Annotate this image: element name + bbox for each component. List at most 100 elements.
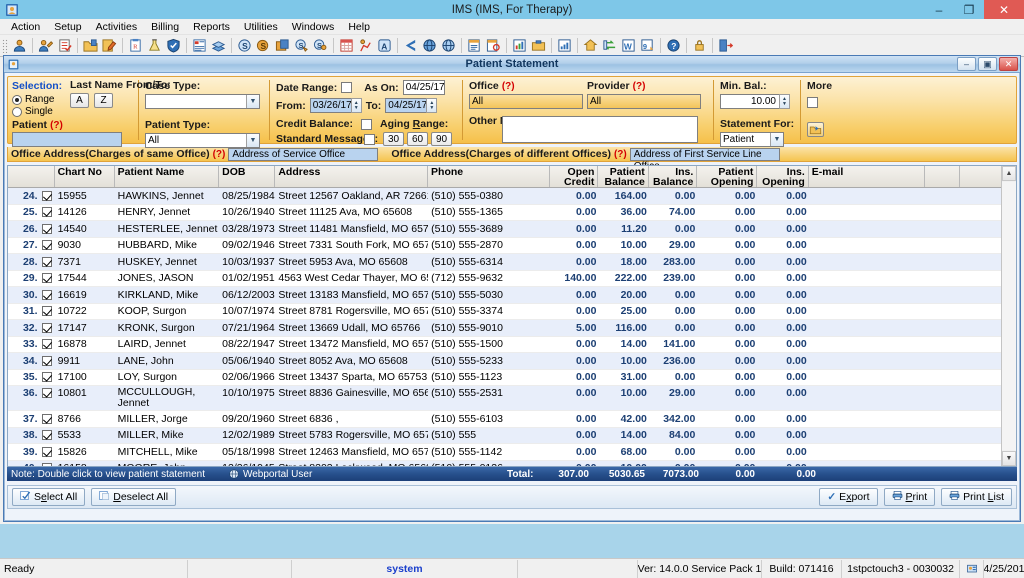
bar-chart-icon[interactable] <box>511 37 528 55</box>
word-icon[interactable]: W <box>620 37 637 55</box>
chevron-down-icon[interactable]: ▼ <box>246 134 259 147</box>
table-row[interactable]: 25. 14126 HENRY, Jennet 10/26/1940 Street 11… <box>8 205 1016 221</box>
credit-balance-checkbox[interactable] <box>361 118 372 130</box>
table-row[interactable]: 24. 15955 HAWKINS, Jennet 08/25/1984 Street … <box>8 188 1016 205</box>
date-to-spinner[interactable]: ▲ ▼ <box>426 98 438 113</box>
calendar-grid-icon[interactable] <box>338 37 355 55</box>
table-row[interactable]: 28. 7371 HUSKEY, Jennet 10/03/1937 Street 59… <box>8 254 1016 271</box>
case-type-combo[interactable]: ▼ <box>145 94 260 109</box>
export-button[interactable]: ✓ Export <box>819 488 878 506</box>
maximize-button[interactable]: ❐ <box>954 0 984 19</box>
row-checkbox[interactable] <box>41 223 52 234</box>
date-from-spinner[interactable]: ▲ ▼ <box>350 98 362 113</box>
row-checkbox[interactable] <box>41 339 52 350</box>
same-office-help-icon[interactable]: (?) <box>213 149 226 160</box>
report-icon[interactable] <box>466 37 483 55</box>
row-checkbox[interactable] <box>41 289 52 300</box>
grid-vertical-scrollbar[interactable]: ▲ ▼ <box>1001 166 1016 466</box>
table-row[interactable]: 38. 5533 MILLER, Mike 12/02/1989 Street 5783… <box>8 427 1016 444</box>
open-folder-icon[interactable] <box>82 37 99 55</box>
chevron-down-icon[interactable]: ▼ <box>246 95 259 108</box>
as-on-input[interactable]: 04/25/17 <box>402 80 445 95</box>
grid-body[interactable]: 24. 15955 HAWKINS, Jennet 08/25/1984 Street … <box>8 188 1016 466</box>
row-checkbox[interactable] <box>41 388 52 398</box>
row-checkbox[interactable] <box>41 463 52 466</box>
grid-cell-index[interactable]: 33. <box>8 337 55 351</box>
office-help-icon[interactable]: (?) <box>502 81 515 92</box>
row-checkbox[interactable] <box>41 190 52 201</box>
lock-icon[interactable] <box>691 37 708 55</box>
grid-header-ins_balance[interactable]: Ins. Balance <box>648 166 698 187</box>
child-close-button[interactable]: ✕ <box>999 57 1018 71</box>
row-checkbox[interactable] <box>41 430 52 441</box>
close-button[interactable]: ✕ <box>984 0 1024 19</box>
aging-bucket-90[interactable]: 90 <box>431 132 452 146</box>
row-checkbox[interactable] <box>41 446 52 457</box>
different-office-address-value[interactable]: Address of First Service Line Office <box>629 147 780 172</box>
grid-header-address[interactable]: Address <box>275 166 429 187</box>
table-row[interactable]: 32. 17147 KRONK, Surgon 07/21/1964 Street 13… <box>8 320 1016 337</box>
grid-cell-index[interactable]: 36. <box>8 386 55 400</box>
patient-type-combo[interactable]: All ▼ <box>145 133 260 148</box>
table-row[interactable]: 34. 9911 LANE, John 05/06/1940 Street 8052 A… <box>8 353 1016 370</box>
select-all-button[interactable]: Select All <box>12 488 86 506</box>
grid-cell-index[interactable]: 25. <box>8 205 55 219</box>
menu-item-utilities[interactable]: Utilities <box>237 19 285 35</box>
aging-bucket-60[interactable]: 60 <box>407 132 428 146</box>
aging-bucket-30[interactable]: 30 <box>383 132 404 146</box>
back-arrow-icon[interactable] <box>402 37 419 55</box>
table-row[interactable]: 37. 8766 MILLER, Jorge 09/20/1960 Street 683… <box>8 411 1016 428</box>
grid-header-dob[interactable]: DOB <box>219 166 276 187</box>
deselect-all-button[interactable]: Deselect All <box>91 488 177 506</box>
more-checkbox[interactable] <box>807 96 818 108</box>
grid-cell-index[interactable]: 28. <box>8 255 55 269</box>
excel-icon[interactable]: 9 <box>639 37 656 55</box>
table-row[interactable]: 35. 17100 LOY, Surgon 02/06/1966 Street 1343… <box>8 370 1016 386</box>
min-bal-spinner[interactable]: ▲ ▼ <box>779 94 790 109</box>
grid-cell-index[interactable]: 32. <box>8 321 55 335</box>
row-checkbox[interactable] <box>41 273 52 284</box>
row-checkbox[interactable] <box>41 306 52 317</box>
grid-header-ins_opening_bal[interactable]: Ins. Opening Bal. <box>757 166 809 187</box>
dollar-stack-icon[interactable]: S <box>255 37 272 55</box>
home-icon[interactable] <box>582 37 599 55</box>
report-search-icon[interactable] <box>485 37 502 55</box>
grid-header-patient_name[interactable]: Patient Name <box>114 166 220 187</box>
layers-icon[interactable] <box>210 37 227 55</box>
row-checkbox[interactable] <box>41 256 52 267</box>
child-minimize-button[interactable]: – <box>957 57 976 71</box>
table-row[interactable]: 26. 14540 HESTERLEE, Jennet 03/28/1973 Stree… <box>8 221 1016 238</box>
patient-edit-icon[interactable] <box>37 37 54 55</box>
patient-help-icon[interactable]: (?) <box>50 120 63 131</box>
table-row[interactable]: 33. 16878 LAIRD, Jennet 08/22/1947 Street 13… <box>8 337 1016 353</box>
patient-icon[interactable] <box>11 37 28 55</box>
other-note-input[interactable] <box>502 116 698 143</box>
row-checkbox[interactable] <box>41 207 52 218</box>
table-row[interactable]: 27. 9030 HUBBARD, Mike 09/02/1946 Street 733… <box>8 238 1016 254</box>
grid-cell-index[interactable]: 35. <box>8 370 55 384</box>
menu-item-help[interactable]: Help <box>341 19 377 35</box>
statement-for-combo[interactable]: Patient ▼ <box>720 132 784 147</box>
menu-item-action[interactable]: Action <box>4 19 47 35</box>
table-row[interactable]: 36. 10801 MCCULLOUGH, Jennet 10/10/1975 Stre… <box>8 386 1016 411</box>
grid-cell-index[interactable]: 40. <box>8 461 55 466</box>
grid-header-phone[interactable]: Phone <box>428 166 550 187</box>
same-office-address-value[interactable]: Address of Service Office <box>228 147 379 161</box>
dollar-gear-icon[interactable]: S <box>293 37 310 55</box>
range-radio[interactable] <box>12 94 22 105</box>
menu-item-windows[interactable]: Windows <box>285 19 342 35</box>
office-input[interactable]: All <box>469 94 583 109</box>
table-row[interactable]: 39. 15826 MITCHELL, Mike 05/18/1998 Street 1… <box>8 444 1016 461</box>
grid-header-idx[interactable] <box>8 166 55 187</box>
payment-card-icon[interactable] <box>274 37 291 55</box>
chevron-down-icon[interactable]: ▼ <box>770 133 783 146</box>
minimize-button[interactable]: – <box>924 0 954 19</box>
briefcase-icon[interactable] <box>530 37 547 55</box>
menu-item-setup[interactable]: Setup <box>47 19 88 35</box>
print-button[interactable]: Print <box>883 488 936 506</box>
date-range-checkbox[interactable] <box>341 82 353 93</box>
lastname-to-button[interactable]: Z <box>94 93 113 108</box>
patient-checklist-icon[interactable] <box>56 37 73 55</box>
lastname-from-button[interactable]: A <box>70 93 89 108</box>
grid-cell-index[interactable]: 30. <box>8 288 55 302</box>
